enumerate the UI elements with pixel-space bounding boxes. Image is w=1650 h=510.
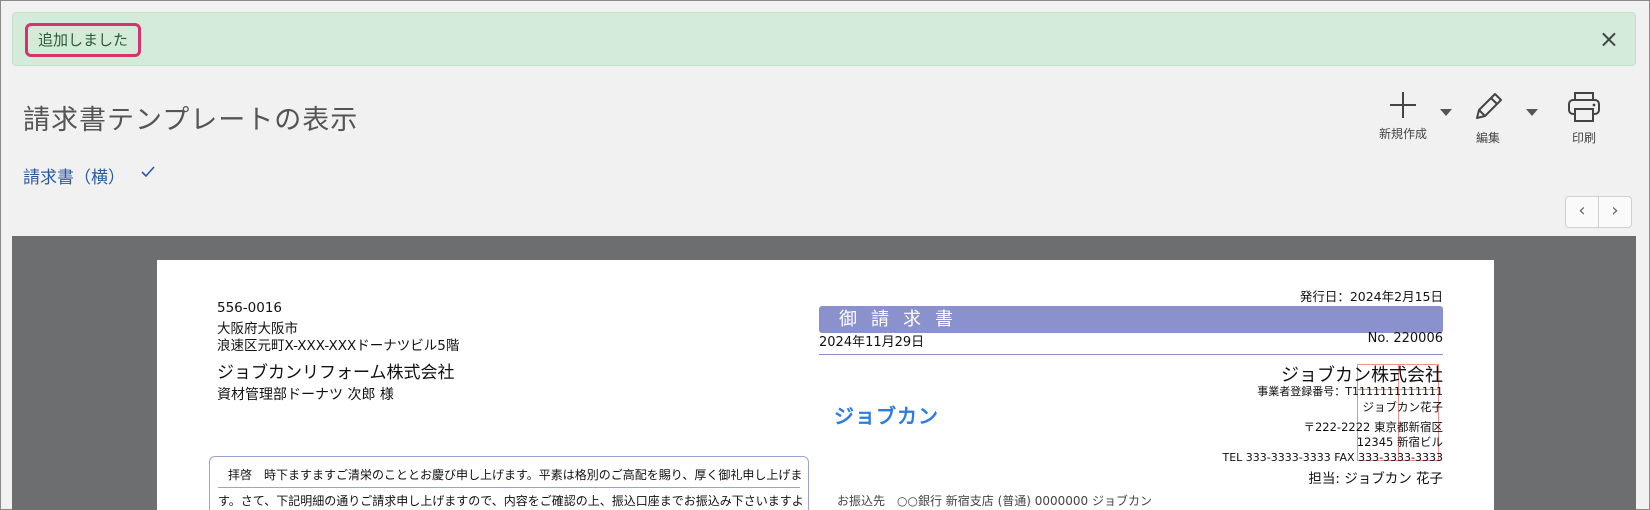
template-name-link[interactable]: 請求書（横） <box>23 163 125 188</box>
divider <box>819 354 1443 355</box>
chevron-down-icon[interactable] <box>1440 109 1452 116</box>
alert-message: 追加しました <box>25 23 142 57</box>
printer-icon <box>1568 92 1600 122</box>
issuer-building: 12345 新宿ビル <box>1356 435 1443 449</box>
edit-button[interactable]: 編集 <box>1458 90 1518 146</box>
invoice-number: No. 220006 <box>1367 331 1443 346</box>
client-contact: 資材管理部ドーナツ 次郎 様 <box>217 387 394 403</box>
invoice-title: 御請求書 <box>819 306 1443 333</box>
greeting-line-1: 拝啓 時下ますますご清栄のこととお慶び申し上げます。平素は格別のご高配を賜り、厚… <box>228 468 803 482</box>
invoice-page: 556-0016 大阪府大阪市 浪速区元町X-XXX-XXXドーナツビル5階 ジ… <box>157 260 1494 510</box>
client-company: ジョブカンリフォーム株式会社 <box>217 363 455 383</box>
issuer-address: 〒222-2222 東京都新宿区 <box>1303 420 1443 434</box>
issuer-rep: 担当: ジョブカン 花子 <box>1308 471 1443 487</box>
chevron-down-icon[interactable] <box>1526 109 1538 116</box>
plus-icon <box>1390 92 1416 118</box>
issuer-registration: 事業者登録番号：T1111111111111 <box>1257 385 1443 398</box>
pencil-icon <box>1476 93 1502 119</box>
success-alert: 追加しました × <box>12 12 1636 66</box>
company-logo: ジョブカン <box>834 404 939 428</box>
print-button-label: 印刷 <box>1571 131 1596 145</box>
invoice-date: 2024年11月29日 <box>819 335 925 350</box>
page-title: 請求書テンプレートの表示 <box>23 105 359 136</box>
close-icon[interactable]: × <box>1599 27 1619 51</box>
client-street: 浪速区元町X-XXX-XXXドーナツビル5階 <box>217 338 460 354</box>
new-button[interactable]: 新規作成 <box>1368 90 1438 142</box>
check-icon <box>141 166 155 178</box>
print-button[interactable]: 印刷 <box>1554 90 1614 146</box>
client-postal-code: 556-0016 <box>217 300 282 316</box>
chevron-left-icon[interactable]: ‹ <box>1565 196 1599 228</box>
issuer-tel-fax: TEL 333-3333-3333 FAX 333-3333-3333 <box>1222 451 1443 464</box>
greeting-divider <box>218 487 800 488</box>
greeting-line-2: す。さて、下記明細の通りご請求申し上げますので、内容をご確認の上、振込口座までお… <box>218 494 804 508</box>
greeting-box: 拝啓 時下ますますご清栄のこととお慶び申し上げます。平素は格別のご高配を賜り、厚… <box>209 456 809 510</box>
document-preview[interactable]: 556-0016 大阪府大阪市 浪速区元町X-XXX-XXXドーナツビル5階 ジ… <box>12 236 1636 510</box>
issue-date: 発行日：2024年2月15日 <box>1299 289 1443 304</box>
chevron-right-icon[interactable]: › <box>1598 196 1632 228</box>
issuer-person: ジョブカン花子 <box>1362 400 1444 414</box>
new-button-label: 新規作成 <box>1378 127 1427 141</box>
bank-info: お振込先 ○○銀行 新宿支店 (普通) 0000000 ジョブカン <box>837 494 1153 508</box>
edit-button-label: 編集 <box>1475 131 1500 145</box>
